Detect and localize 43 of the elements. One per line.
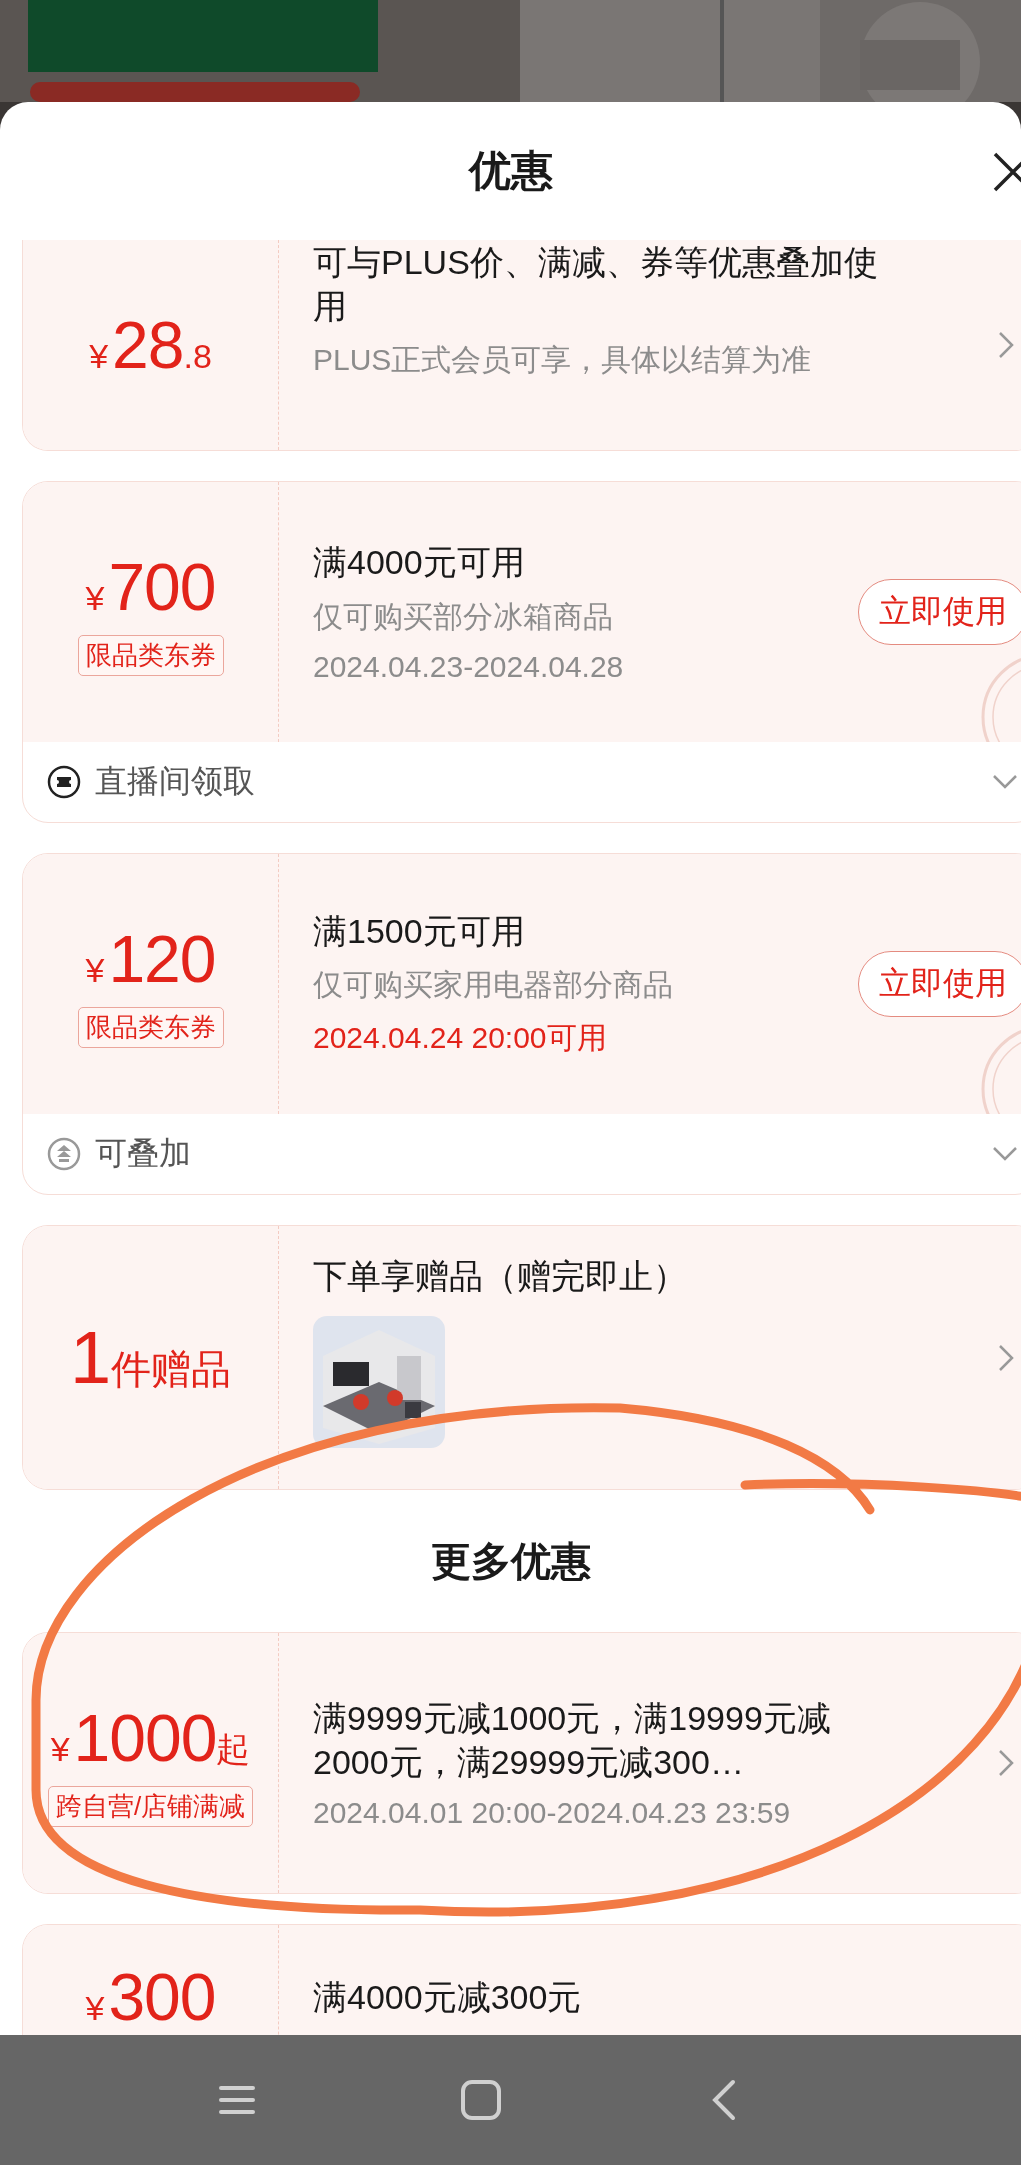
coupon-title: 满1500元可用 (313, 910, 525, 952)
coupon-tag: 跨自营/店铺满减 (47, 1785, 254, 1827)
coupon-card[interactable]: ¥700 限品类东券 满4000元可用 仅可购买部分冰箱商品 2024.04.23-2024.04.28 立即使用 直播间领取 (22, 481, 1021, 823)
coupon-tag: 限品类东券 (77, 1006, 224, 1048)
footer-label: 直播间领取 (95, 762, 255, 801)
coupon-title: 满4000元减300元 (313, 1977, 582, 2018)
stack-icon (47, 1137, 81, 1171)
gift-title: 下单享赠品（赠完即止） (313, 1256, 687, 1297)
home-icon[interactable] (458, 2078, 503, 2122)
coupon-card[interactable]: ¥28.8 可与PLUS价、满减、券等优惠叠加使用 PLUS正式会员可享，具体以结算为准 (22, 240, 1021, 451)
chevron-down-icon[interactable] (992, 774, 1018, 790)
coupon-title: 可与PLUS价、满减、券等优惠叠加使用 (313, 242, 879, 328)
coupon-date: 2024.04.24 20:00可用 (313, 1020, 607, 1057)
coupon-card[interactable]: ¥120 限品类东券 满1500元可用 仅可购买家用电器部分商品 2024.04.24 20:00可用 立即使用 可叠加 (22, 853, 1021, 1195)
ticket-icon (47, 765, 81, 799)
coupon-title: 满9999元减1000元，满19999元减2000元，满29999元减300… (313, 1697, 832, 1783)
gift-card[interactable]: 1件赠品 下单享赠品（赠完即止） (22, 1225, 1021, 1490)
coupon-note: 仅可购买家用电器部分商品 (313, 967, 673, 1004)
coupon-card[interactable]: ¥300 满4000元减300元 (22, 1924, 1021, 2035)
coupon-amount: ¥700 (85, 548, 216, 625)
coupon-title: 满4000元可用 (313, 542, 525, 584)
chevron-down-icon[interactable] (992, 1146, 1018, 1162)
sheet-title: 优惠 (468, 146, 553, 196)
coupon-date: 2024.04.23-2024.04.28 (313, 649, 624, 684)
coupon-amount: ¥1000起 (50, 1699, 251, 1776)
coupon-footer[interactable]: 可叠加 (23, 1114, 1021, 1194)
coupon-tag: 限品类东券 (77, 634, 224, 676)
footer-label: 可叠加 (95, 1134, 191, 1173)
coupon-amount: ¥300 (85, 1959, 216, 2035)
chevron-icon[interactable] (998, 1749, 1014, 1777)
chevron-icon[interactable] (998, 331, 1014, 359)
coupon-note: 仅可购买部分冰箱商品 (313, 598, 613, 635)
coupon-footer[interactable]: 直播间领取 (23, 742, 1021, 822)
coupon-card[interactable]: ¥1000起 跨自营/店铺满减 满9999元减1000元，满19999元减2000元，满29999元减300… 2024.04.01 20:00-2024.04.23 23:59 (22, 1632, 1021, 1894)
coupon-note: PLUS正式会员可享，具体以结算为准 (313, 342, 812, 379)
gift-count: 1件赠品 (69, 1315, 232, 1400)
chevron-icon[interactable] (998, 1343, 1014, 1372)
use-button[interactable]: 立即使用 (858, 951, 1021, 1017)
section-title: 更多优惠 (430, 1537, 591, 1585)
coupon-amount: ¥120 (85, 920, 216, 997)
coupon-amount: ¥28.8 (89, 307, 212, 383)
use-button[interactable]: 立即使用 (858, 579, 1021, 645)
coupon-date: 2024.04.01 20:00-2024.04.23 23:59 (313, 1796, 791, 1831)
